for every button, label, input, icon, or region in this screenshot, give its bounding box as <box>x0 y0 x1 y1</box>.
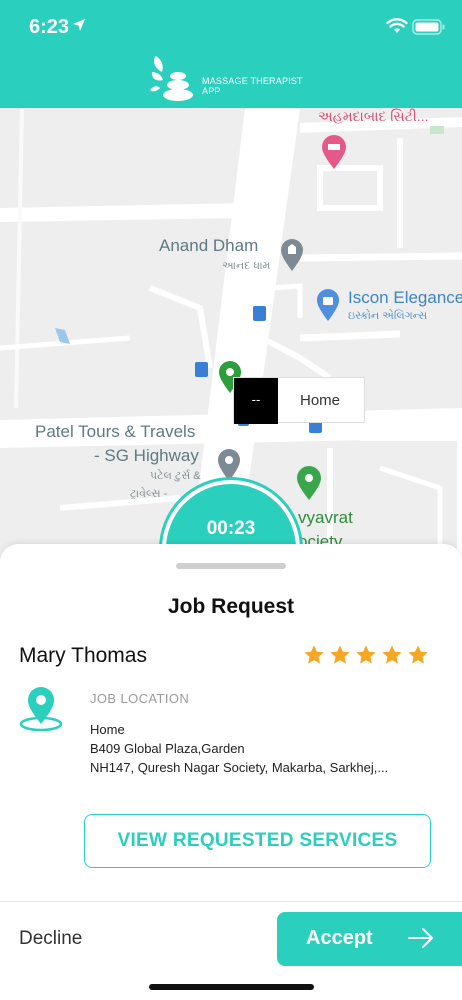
location-line-name: Home <box>90 722 125 737</box>
location-line-address-1: B409 Global Plaza,Garden <box>90 741 245 756</box>
temple-marker-icon[interactable] <box>279 238 305 272</box>
callout-label: Home <box>300 392 341 409</box>
sheet-drag-handle[interactable] <box>176 563 286 569</box>
map-label-ahmedabad: અહમદાબાદ સિટી... <box>318 108 429 124</box>
client-name: Mary Thomas <box>19 644 147 667</box>
park-marker-icon[interactable] <box>295 465 323 501</box>
rating-stars <box>303 644 433 668</box>
callout-code: -- <box>234 378 278 424</box>
map-label-patel-tours: Patel Tours & Travels <box>35 422 196 441</box>
location-arrow-icon <box>73 19 85 31</box>
arrow-right-icon <box>408 928 433 948</box>
map-label-patel-sub-1: પટેલ ટુર્સ & <box>150 470 201 482</box>
map-label-iscon: Iscon Elegance <box>348 288 462 307</box>
accept-button[interactable]: Accept <box>277 912 462 966</box>
status-time: 6:23 <box>29 16 70 38</box>
map-label-divyavrat: vyavrat <box>298 508 353 527</box>
divider <box>0 901 462 902</box>
hotel-marker-icon[interactable] <box>320 134 348 170</box>
star-icon <box>382 645 402 664</box>
view-requested-services-button[interactable]: VIEW REQUESTED SERVICES <box>84 814 431 868</box>
star-icon <box>408 645 428 664</box>
decline-button[interactable]: Decline <box>19 928 82 950</box>
app-header: 6:23 MASSAGE THERAPIST APP <box>0 0 462 108</box>
home-indicator <box>149 984 314 990</box>
accept-label: Accept <box>306 927 373 949</box>
status-bar: 6:23 <box>0 0 462 56</box>
location-line-address-2: NH147, Quresh Nagar Society, Makarba, Sa… <box>90 760 389 775</box>
app-logo: MASSAGE THERAPIST APP <box>150 54 320 104</box>
job-request-sheet: Job Request Mary Thomas JOB LOCATION Hom… <box>0 544 462 1000</box>
home-callout[interactable]: -- Home <box>233 377 365 424</box>
timer-value: 00:23 <box>206 518 256 539</box>
map-label-iscon-sub: ઇસ્કોન એલિગન્સ <box>348 310 428 322</box>
map-label-anand-dham: Anand Dham <box>159 236 259 255</box>
shopping-marker-icon[interactable] <box>315 288 341 322</box>
place-marker-icon[interactable] <box>216 448 242 482</box>
job-location-heading: JOB LOCATION <box>90 691 190 706</box>
job-location-pin-icon <box>19 687 63 732</box>
app-name: MASSAGE THERAPIST APP <box>202 76 303 96</box>
star-icon <box>304 645 324 664</box>
spa-stones-icon <box>150 56 193 101</box>
sheet-title: Job Request <box>167 595 295 618</box>
star-icon <box>356 645 376 664</box>
map-label-patel-sub-2: ટ્રાવેલ્સ - <box>130 488 168 500</box>
star-icon <box>330 645 350 664</box>
map-label-anand-dham-sub: આનંદ ધામ <box>222 260 271 272</box>
wifi-icon <box>386 18 408 33</box>
map-label-sg-highway: - SG Highway <box>94 446 199 465</box>
battery-icon <box>412 19 445 35</box>
